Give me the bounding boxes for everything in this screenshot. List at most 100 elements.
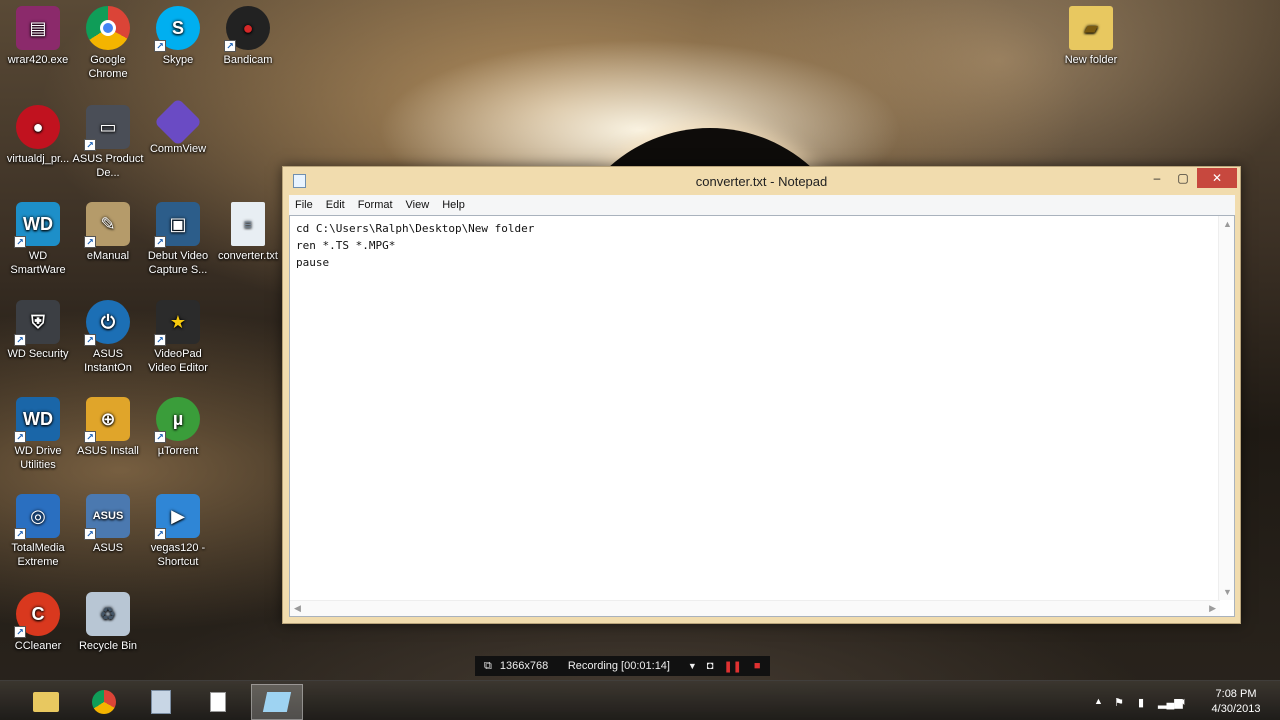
- menu-format[interactable]: Format: [358, 199, 393, 211]
- desktop-icon-google-chrome[interactable]: Google Chrome: [71, 2, 145, 81]
- clock-time: 7:08 PM: [1215, 688, 1257, 700]
- scroll-right-icon[interactable]: ▶: [1209, 603, 1216, 614]
- volume-icon[interactable]: 🔈︎: [1181, 696, 1188, 709]
- pause-icon[interactable]: ❚❚: [723, 660, 741, 673]
- taskbar-file-explorer[interactable]: [20, 684, 72, 720]
- desktop-icon-videopad[interactable]: ★ ↗ VideoPad Video Editor: [141, 296, 215, 375]
- play-icon: ▶ ↗: [154, 494, 200, 540]
- minimize-button[interactable]: –: [1144, 168, 1170, 188]
- close-button[interactable]: ✕: [1197, 168, 1237, 188]
- commview-icon: [153, 97, 203, 147]
- drive-icon: WD ↗: [14, 397, 60, 443]
- show-hidden-icons-icon[interactable]: ▲: [1094, 696, 1103, 706]
- desktop-icon-label: Skype: [162, 54, 194, 66]
- asus-icon: ASUS ↗: [84, 494, 130, 540]
- power-status-icon[interactable]: ▮: [1138, 696, 1144, 709]
- chrome-icon: [92, 690, 116, 714]
- desktop-icon-label: Bandicam: [223, 54, 273, 66]
- taskbar-clock[interactable]: 7:08 PM 4/30/2013: [1200, 687, 1272, 717]
- document-icon: [210, 692, 226, 712]
- recording-bar: ⧉ 1366x768 Recording [00:01:14] ▼ ◘ ❚❚ ■: [475, 656, 770, 676]
- title-bar[interactable]: converter.txt - Notepad – ▢ ✕: [283, 167, 1240, 195]
- desktop-icon-label: wrar420.exe: [7, 54, 69, 66]
- desktop-icon-vegas[interactable]: ▶ ↗ vegas120 - Shortcut: [141, 490, 215, 569]
- editor-content[interactable]: cd C:\Users\Ralph\Desktop\New folder ren…: [296, 220, 534, 271]
- desktop-icon-label: converter.txt: [218, 250, 278, 262]
- desktop-icon-label: VideoPad Video Editor: [148, 348, 208, 374]
- desktop-icon-label: ASUS Product De...: [72, 153, 144, 179]
- desktop-icon-label: Google Chrome: [88, 54, 128, 80]
- taskbar-chrome[interactable]: [78, 684, 130, 720]
- desktop-icon-skype[interactable]: S ↗ Skype: [141, 2, 215, 67]
- desktop-icon-debut[interactable]: ▣ ↗ Debut Video Capture S...: [141, 198, 215, 277]
- desktop-icon-label: Recycle Bin: [78, 640, 138, 652]
- window-title: converter.txt - Notepad: [695, 174, 828, 189]
- calculator-icon: [151, 690, 171, 714]
- desktop-icon-wd-security[interactable]: ⛨ ↗ WD Security: [1, 296, 75, 361]
- network-signal-icon[interactable]: ▂▄▆: [1158, 696, 1183, 709]
- menu-bar: File Edit Format View Help: [289, 195, 1235, 215]
- desktop-icon-new-folder[interactable]: ▰ New folder: [1054, 2, 1128, 67]
- vertical-scrollbar[interactable]: ▲ ▼: [1218, 216, 1234, 600]
- desktop-icon-virtualdj[interactable]: ● virtualdj_pr...: [1, 101, 75, 166]
- desktop-icon-label: WD Security: [7, 348, 69, 360]
- desktop-icon-asus-install[interactable]: ⊕ ↗ ASUS Install: [71, 393, 145, 458]
- desktop-icon-label: µTorrent: [157, 445, 199, 457]
- bandicam-icon: ● ↗: [224, 6, 270, 52]
- desktop-icon-emanual[interactable]: ✎ ↗ eManual: [71, 198, 145, 263]
- virtualdj-icon: ●: [16, 105, 60, 149]
- desktop-icon-wd-drive-utilities[interactable]: WD ↗ WD Drive Utilities: [1, 393, 75, 472]
- menu-edit[interactable]: Edit: [326, 199, 345, 211]
- desktop-icon-asus[interactable]: ASUS ↗ ASUS: [71, 490, 145, 555]
- desktop-icon-utorrent[interactable]: µ ↗ µTorrent: [141, 393, 215, 458]
- desktop-icon-asus-product[interactable]: ▭ ↗ ASUS Product De...: [71, 101, 145, 180]
- file-explorer-icon: [33, 692, 59, 712]
- ccleaner-icon: C ↗: [14, 592, 60, 638]
- desktop-icon-label: WD Drive Utilities: [14, 445, 62, 471]
- desktop-icon-label: vegas120 - Shortcut: [150, 542, 206, 568]
- scroll-up-icon[interactable]: ▲: [1223, 219, 1232, 229]
- disc-icon: ◎ ↗: [14, 494, 60, 540]
- desktop-icon-label: ASUS InstantOn: [84, 348, 132, 374]
- taskbar-calculator[interactable]: [135, 684, 187, 720]
- maximize-button[interactable]: ▢: [1170, 168, 1196, 188]
- stop-icon[interactable]: ■: [754, 660, 761, 672]
- horizontal-scrollbar[interactable]: ◀ ▶: [290, 600, 1220, 616]
- clock-date: 4/30/2013: [1211, 703, 1261, 715]
- menu-help[interactable]: Help: [442, 199, 465, 211]
- text-editor[interactable]: cd C:\Users\Ralph\Desktop\New folder ren…: [289, 215, 1235, 617]
- desktop-icon-label: CommView: [149, 143, 207, 155]
- star-film-icon: ★ ↗: [154, 300, 200, 346]
- desktop-icon-label: virtualdj_pr...: [6, 153, 70, 165]
- recycle-bin-icon: ♻: [86, 592, 130, 636]
- install-icon: ⊕ ↗: [84, 397, 130, 443]
- resolution-readout: 1366x768: [499, 660, 549, 672]
- desktop-icon-totalmedia[interactable]: ◎ ↗ TotalMedia Extreme: [1, 490, 75, 569]
- scroll-left-icon[interactable]: ◀: [294, 603, 301, 614]
- menu-view[interactable]: View: [406, 199, 430, 211]
- desktop-icon-wrar420[interactable]: ▤ wrar420.exe: [1, 2, 75, 67]
- desktop-icon-wd-smartware[interactable]: WD ↗ WD SmartWare: [1, 198, 75, 277]
- desktop-icon-bandicam[interactable]: ● ↗ Bandicam: [211, 2, 285, 67]
- menu-file[interactable]: File: [295, 199, 313, 211]
- window-select-icon[interactable]: ⧉: [484, 660, 492, 673]
- desktop-icon-label: New folder: [1064, 54, 1118, 66]
- notepad-window: converter.txt - Notepad – ▢ ✕ File Edit …: [282, 166, 1241, 624]
- desktop-icon-recycle-bin[interactable]: ♻ Recycle Bin: [71, 588, 145, 653]
- dropdown-arrow-icon[interactable]: ▼: [688, 661, 697, 671]
- scroll-down-icon[interactable]: ▼: [1223, 587, 1232, 597]
- taskbar-document[interactable]: [192, 684, 244, 720]
- utorrent-icon: µ ↗: [154, 397, 200, 443]
- skype-icon: S ↗: [154, 6, 200, 52]
- shield-icon: ⛨ ↗: [14, 300, 60, 346]
- desktop-icon-ccleaner[interactable]: C ↗ CCleaner: [1, 588, 75, 653]
- desktop-icon-commview[interactable]: CommView: [141, 97, 215, 156]
- action-center-icon[interactable]: ⚑: [1114, 696, 1124, 709]
- taskbar-notepad[interactable]: [251, 684, 303, 720]
- desktop-icon-converter-txt[interactable]: ≡ converter.txt: [211, 198, 285, 263]
- recording-status: Recording [00:01:14]: [567, 660, 670, 672]
- text-file-icon: ≡: [231, 202, 265, 246]
- desktop-icon-label: ASUS: [93, 542, 123, 554]
- camera-icon[interactable]: ◘: [707, 660, 714, 672]
- desktop-icon-asus-instanton[interactable]: ⏻ ↗ ASUS InstantOn: [71, 296, 145, 375]
